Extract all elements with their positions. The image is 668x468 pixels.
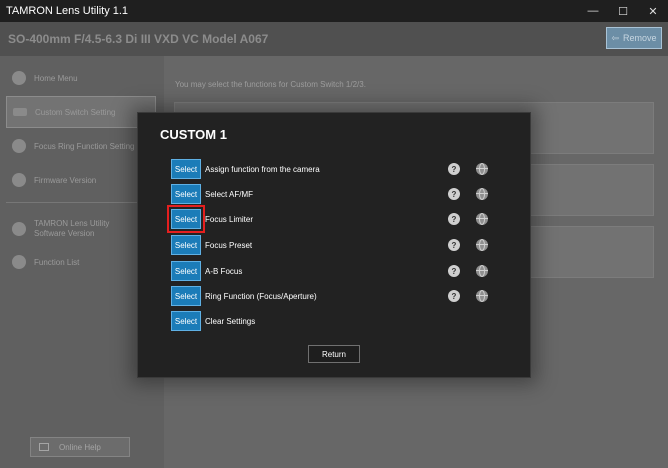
function-row-assign: Select Assign function from the camera ?: [171, 159, 501, 179]
globe-icon[interactable]: [476, 290, 488, 302]
monitor-icon: [39, 443, 49, 451]
help-icon[interactable]: ?: [448, 239, 460, 251]
help-icon[interactable]: ?: [448, 213, 460, 225]
globe-icon[interactable]: [476, 239, 488, 251]
help-icon[interactable]: ?: [448, 188, 460, 200]
home-icon: [12, 71, 26, 85]
switch-icon: [13, 108, 27, 116]
sidebar-item-label: Custom Switch Setting: [35, 107, 116, 117]
sidebar-item-focus-ring[interactable]: Focus Ring Function Setting: [6, 136, 156, 156]
close-button[interactable]: ✕: [638, 0, 668, 22]
function-row-focus-preset: Select Focus Preset ?: [171, 235, 501, 255]
select-button[interactable]: Select: [171, 184, 201, 204]
sidebar-item-software-version[interactable]: TAMRON Lens Utility Software Version: [6, 216, 156, 242]
custom-1-dialog: CUSTOM 1 Select Assign function from the…: [137, 112, 531, 378]
remove-label: Remove: [623, 33, 657, 43]
select-button[interactable]: Select: [171, 159, 201, 179]
info-icon: [12, 222, 26, 236]
sidebar-item-function-list[interactable]: Function List: [6, 252, 156, 272]
remove-icon: ⇦: [611, 32, 620, 43]
sidebar-item-custom-switch[interactable]: Custom Switch Setting: [6, 96, 156, 128]
sidebar-item-label: Firmware Version: [34, 175, 97, 185]
function-label: Clear Settings: [205, 316, 256, 326]
lens-header: SO-400mm F/4.5-6.3 Di III VXD VC Model A…: [0, 22, 668, 56]
function-label: Ring Function (Focus/Aperture): [205, 291, 317, 301]
globe-icon[interactable]: [476, 188, 488, 200]
list-icon: [12, 255, 26, 269]
function-label: Select AF/MF: [205, 189, 254, 199]
function-label: Focus Preset: [205, 240, 253, 250]
sidebar-item-firmware[interactable]: Firmware Version: [6, 170, 156, 190]
sidebar-item-label: Focus Ring Function Setting: [34, 141, 135, 151]
function-row-af-mf: Select Select AF/MF ?: [171, 184, 501, 204]
window-controls: — ☐ ✕: [578, 0, 668, 22]
sidebar-item-label: Function List: [34, 257, 80, 267]
lens-model: SO-400mm F/4.5-6.3 Di III VXD VC Model A…: [8, 32, 269, 46]
function-row-ab-focus: Select A-B Focus ?: [171, 261, 501, 281]
select-button[interactable]: Select: [167, 205, 205, 233]
function-row-clear-settings: Select Clear Settings: [171, 311, 501, 331]
minimize-button[interactable]: —: [578, 0, 608, 22]
firmware-icon: [12, 173, 26, 187]
globe-icon[interactable]: [476, 213, 488, 225]
help-icon[interactable]: ?: [448, 290, 460, 302]
globe-icon[interactable]: [476, 163, 488, 175]
window-title: TAMRON Lens Utility 1.1: [6, 5, 129, 17]
function-label: A-B Focus: [205, 266, 243, 276]
sidebar-item-home[interactable]: Home Menu: [6, 68, 156, 88]
function-row-focus-limiter: Select Focus Limiter ?: [167, 205, 501, 233]
title-bar: TAMRON Lens Utility 1.1 — ☐ ✕: [0, 0, 668, 22]
sidebar-item-label: Home Menu: [34, 73, 78, 83]
online-help-label: Online Help: [59, 442, 101, 452]
maximize-button[interactable]: ☐: [608, 0, 638, 22]
sidebar-divider: [6, 202, 158, 203]
online-help-button[interactable]: Online Help: [30, 437, 130, 457]
function-row-ring-function: Select Ring Function (Focus/Aperture) ?: [171, 286, 501, 306]
function-label: Assign function from the camera: [205, 164, 320, 174]
select-button[interactable]: Select: [171, 261, 201, 281]
return-button[interactable]: Return: [308, 345, 360, 363]
select-button[interactable]: Select: [171, 286, 201, 306]
sidebar-item-label: TAMRON Lens Utility Software Version: [34, 219, 110, 238]
select-button[interactable]: Select: [171, 235, 201, 255]
focus-ring-icon: [12, 139, 26, 153]
help-icon[interactable]: ?: [448, 265, 460, 277]
remove-button[interactable]: ⇦ Remove: [606, 27, 662, 49]
dialog-title: CUSTOM 1: [160, 127, 227, 142]
instruction-text: You may select the functions for Custom …: [175, 80, 366, 89]
select-button[interactable]: Select: [171, 311, 201, 331]
globe-icon[interactable]: [476, 265, 488, 277]
help-icon[interactable]: ?: [448, 163, 460, 175]
function-label: Focus Limiter: [205, 214, 254, 224]
